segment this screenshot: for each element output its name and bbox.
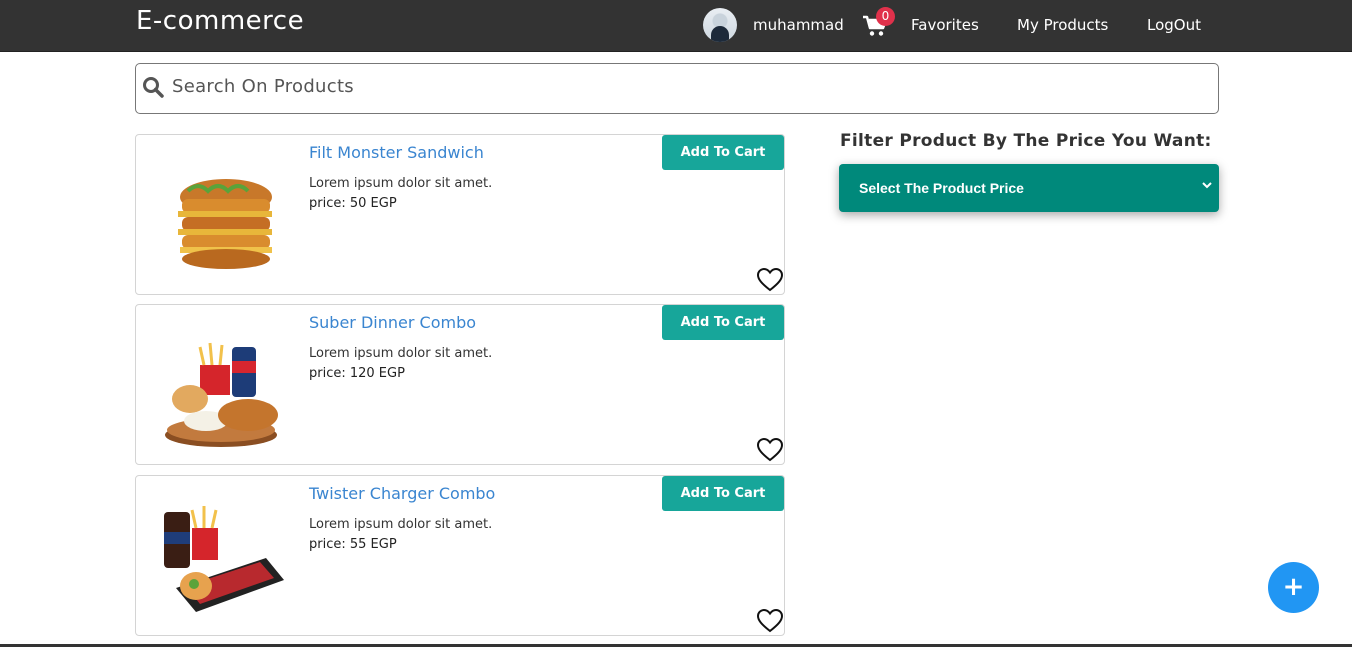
product-image bbox=[178, 179, 272, 269]
username[interactable]: muhammad bbox=[753, 16, 844, 34]
product-image bbox=[165, 342, 278, 447]
product-description: Lorem ipsum dolor sit amet. bbox=[309, 517, 493, 532]
search-icon bbox=[143, 77, 164, 98]
brand-logo[interactable]: E-commerce bbox=[136, 6, 304, 36]
nav-favorites[interactable]: Favorites bbox=[911, 16, 979, 34]
price-filter-selected: Select The Product Price bbox=[859, 180, 1024, 196]
cart-count-badge: 0 bbox=[876, 7, 895, 26]
nav-my-products[interactable]: My Products bbox=[1017, 16, 1108, 34]
search-placeholder: Search On Products bbox=[172, 76, 354, 97]
nav-logout[interactable]: LogOut bbox=[1147, 16, 1201, 34]
product-image bbox=[164, 506, 284, 612]
filter-label: Filter Product By The Price You Want: bbox=[840, 131, 1212, 151]
heart-icon[interactable] bbox=[756, 608, 784, 634]
add-to-cart-button[interactable]: Add To Cart bbox=[662, 476, 784, 511]
product-description: Lorem ipsum dolor sit amet. bbox=[309, 176, 493, 191]
product-card: Suber Dinner Combo Lorem ipsum dolor sit… bbox=[135, 304, 785, 465]
price-filter-select[interactable]: Select The Product Price bbox=[839, 164, 1219, 212]
add-to-cart-button[interactable]: Add To Cart bbox=[662, 305, 784, 340]
product-price: price: 120 EGP bbox=[309, 366, 405, 381]
add-product-fab[interactable]: + bbox=[1268, 562, 1319, 613]
product-price: price: 50 EGP bbox=[309, 196, 397, 211]
product-title[interactable]: Filt Monster Sandwich bbox=[309, 143, 484, 162]
product-title[interactable]: Suber Dinner Combo bbox=[309, 313, 476, 332]
product-price: price: 55 EGP bbox=[309, 537, 397, 552]
plus-icon: + bbox=[1282, 572, 1305, 602]
navbar: E-commerce muhammad 0 Favorites My Produ… bbox=[0, 0, 1352, 52]
product-title[interactable]: Twister Charger Combo bbox=[309, 484, 495, 503]
product-card: Twister Charger Combo Lorem ipsum dolor … bbox=[135, 475, 785, 636]
heart-icon[interactable] bbox=[756, 267, 784, 293]
product-card: Filt Monster Sandwich Lorem ipsum dolor … bbox=[135, 134, 785, 295]
add-to-cart-button[interactable]: Add To Cart bbox=[662, 135, 784, 170]
product-description: Lorem ipsum dolor sit amet. bbox=[309, 346, 493, 361]
chevron-down-icon bbox=[1202, 182, 1212, 189]
heart-icon[interactable] bbox=[756, 437, 784, 463]
avatar[interactable] bbox=[703, 8, 737, 42]
